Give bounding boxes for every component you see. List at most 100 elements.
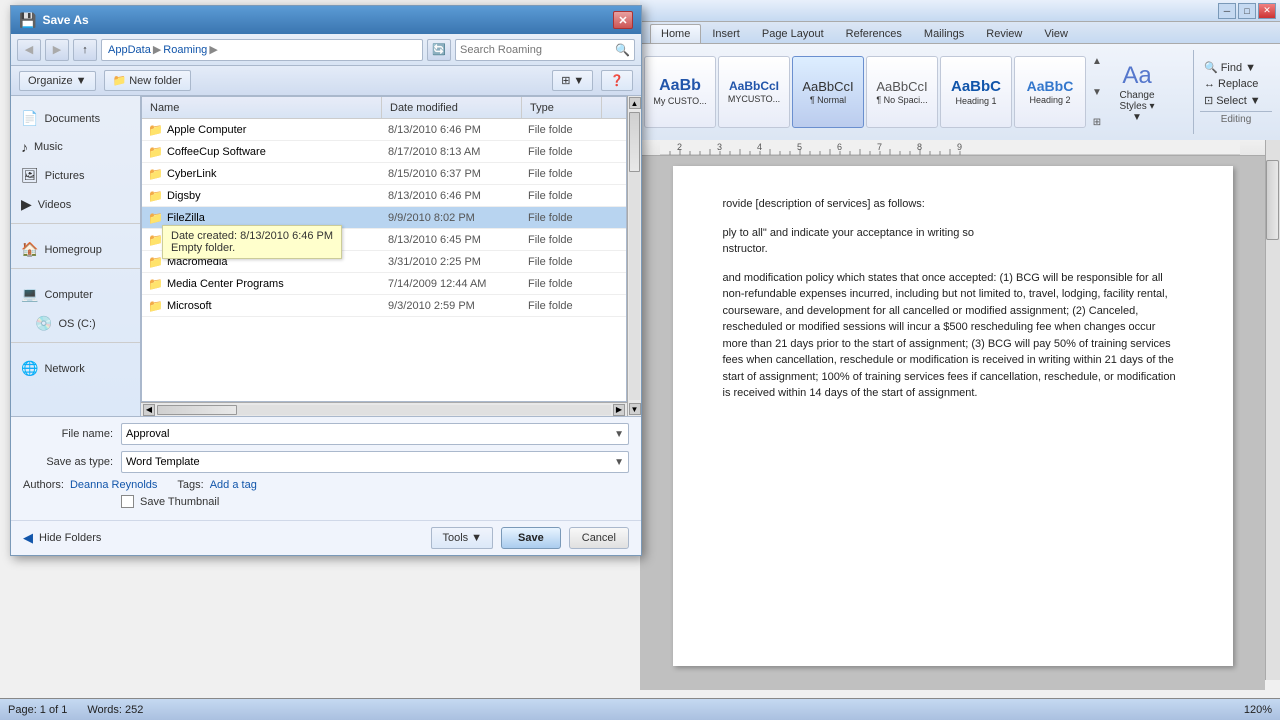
change-styles-icon: Aa	[1122, 62, 1151, 90]
change-styles-button[interactable]: Aa ChangeStyles ▾ ▼	[1108, 56, 1166, 128]
tools-button[interactable]: Tools ▼	[431, 527, 493, 549]
filename-dropdown-arrow[interactable]: ▼	[614, 429, 624, 440]
vertical-scrollbar[interactable]: ▲ ▼	[627, 96, 641, 416]
sidebar-item-homegroup[interactable]: 🏠 Homegroup	[11, 235, 140, 264]
nav-back-button[interactable]: ◀	[17, 39, 41, 61]
style-my-custo-1[interactable]: AaBb My CUSTO...	[644, 56, 716, 128]
scrollbar-thumb[interactable]	[1266, 160, 1279, 240]
dialog-title-bar: 💾 Save As ✕	[11, 6, 641, 34]
hide-folders-button[interactable]: Hide Folders	[39, 532, 101, 544]
breadcrumb-appdata[interactable]: AppData	[108, 44, 151, 56]
pictures-icon: 🖼	[21, 167, 39, 184]
style-heading1[interactable]: AaBbC Heading 1	[940, 56, 1012, 128]
h-scroll-thumb[interactable]	[157, 405, 237, 415]
breadcrumb-bar[interactable]: AppData ▶ Roaming ▶	[101, 39, 423, 61]
style-normal[interactable]: AaBbCcI ¶ Normal	[792, 56, 864, 128]
sidebar-item-network[interactable]: 🌐 Network	[11, 354, 140, 383]
tab-page-layout[interactable]: Page Layout	[751, 24, 835, 43]
breadcrumb-roaming[interactable]: Roaming	[163, 44, 207, 56]
dialog-save-icon: 💾	[19, 12, 36, 29]
file-row-cyberlink[interactable]: 📁 CyberLink 8/15/2010 6:37 PM File folde	[142, 163, 626, 185]
file-row-microsoft[interactable]: 📁 Microsoft 9/3/2010 2:59 PM File folde	[142, 295, 626, 317]
minimize-button[interactable]: ─	[1218, 3, 1236, 19]
sidebar-item-documents[interactable]: 📄 Documents	[11, 104, 140, 133]
savetype-select[interactable]: Word Template ▼	[121, 451, 629, 473]
scroll-right-button[interactable]: ▶	[613, 404, 625, 416]
footer-left: ◀ Hide Folders	[23, 530, 101, 546]
v-scroll-track[interactable]	[629, 112, 640, 400]
restore-button[interactable]: □	[1238, 3, 1256, 19]
style-no-space[interactable]: AaBbCcI ¶ No Spaci...	[866, 56, 938, 128]
nav-up-button[interactable]: ↑	[73, 39, 97, 61]
styles-scroll-down[interactable]: ▼	[1088, 87, 1106, 98]
file-name-apple: Apple Computer	[167, 124, 247, 136]
hide-folders-arrow: ◀	[23, 530, 33, 546]
file-row-media-center[interactable]: 📁 Media Center Programs 7/14/2009 12:44 …	[142, 273, 626, 295]
view-options-button[interactable]: ⊞ ▼	[552, 70, 593, 91]
authors-value[interactable]: Deanna Reynolds	[70, 479, 157, 491]
file-row-filezilla[interactable]: 📁 FileZilla 9/9/2010 8:02 PM File folde …	[142, 207, 626, 229]
col-header-type[interactable]: Type	[522, 97, 602, 118]
ribbon: ─ □ ✕ Home Insert Page Layout References…	[640, 0, 1280, 140]
filelist-scroll[interactable]: 📁 Apple Computer 8/13/2010 6:46 PM File …	[142, 119, 626, 401]
v-scroll-thumb[interactable]	[629, 112, 640, 172]
file-row-coffeecup[interactable]: 📁 CoffeeCup Software 8/17/2010 8:13 AM F…	[142, 141, 626, 163]
select-button[interactable]: ⊡ Select ▼	[1200, 92, 1272, 109]
col-header-name[interactable]: Name	[142, 97, 382, 118]
scroll-left-button[interactable]: ◀	[143, 404, 155, 416]
videos-icon: ▶	[21, 196, 32, 213]
tab-references[interactable]: References	[835, 24, 913, 43]
thumbnail-checkbox[interactable]	[121, 495, 134, 508]
col-header-date[interactable]: Date modified	[382, 97, 522, 118]
find-button[interactable]: 🔍 Find ▼	[1200, 59, 1272, 76]
sidebar-item-pictures[interactable]: 🖼 Pictures	[11, 161, 140, 190]
scroll-up-button[interactable]: ▲	[629, 97, 641, 109]
file-name-microsoft: Microsoft	[167, 300, 212, 312]
sidebar-divider-3	[11, 342, 140, 350]
tab-insert[interactable]: Insert	[701, 24, 751, 43]
file-row-apple[interactable]: 📁 Apple Computer 8/13/2010 6:46 PM File …	[142, 119, 626, 141]
tab-mailings[interactable]: Mailings	[913, 24, 975, 43]
h-scroll-track[interactable]	[157, 405, 611, 415]
tab-home[interactable]: Home	[650, 24, 701, 43]
style-label-nospace: ¶ No Spaci...	[876, 95, 927, 105]
style-my-custo-2[interactable]: AaBbCcI MYCUSTO...	[718, 56, 790, 128]
sidebar-item-computer[interactable]: 💻 Computer	[11, 280, 140, 309]
replace-button[interactable]: ↔ Replace	[1200, 76, 1272, 92]
scroll-down-button[interactable]: ▼	[629, 403, 641, 415]
dialog-close-button[interactable]: ✕	[613, 11, 633, 29]
sidebar-item-videos[interactable]: ▶ Videos	[11, 190, 140, 219]
style-label-h1: Heading 1	[955, 96, 996, 106]
horizontal-scrollbar[interactable]: ◀ ▶	[141, 402, 627, 416]
styles-expand[interactable]: ⊞	[1088, 117, 1106, 128]
new-folder-button[interactable]: 📁 New folder	[104, 70, 191, 91]
save-button[interactable]: Save	[501, 527, 561, 549]
file-name-filezilla: FileZilla	[167, 212, 205, 224]
find-arrow: ▼	[1245, 62, 1256, 74]
status-bar: Page: 1 of 1 Words: 252 120%	[0, 698, 1280, 720]
file-row-digsby[interactable]: 📁 Digsby 8/13/2010 6:46 PM File folde	[142, 185, 626, 207]
savetype-dropdown-arrow[interactable]: ▼	[614, 457, 624, 468]
tags-value[interactable]: Add a tag	[210, 479, 257, 491]
authors-field: Authors: Deanna Reynolds	[23, 479, 157, 491]
folder-icon-cyberlink: 📁	[148, 167, 163, 181]
nav-recent-button[interactable]: 🔄	[427, 39, 451, 61]
filename-input[interactable]: Approval ▼	[121, 423, 629, 445]
word-scrollbar[interactable]	[1265, 140, 1280, 680]
search-input[interactable]	[460, 44, 612, 56]
styles-scroll-up[interactable]: ▲	[1088, 56, 1106, 67]
style-heading2[interactable]: AaBbC Heading 2	[1014, 56, 1086, 128]
cancel-button[interactable]: Cancel	[569, 527, 629, 549]
help-button[interactable]: ❓	[601, 70, 633, 91]
tab-review[interactable]: Review	[975, 24, 1033, 43]
nav-forward-button[interactable]: ▶	[45, 39, 69, 61]
close-button[interactable]: ✕	[1258, 3, 1276, 19]
file-date-media: 7/14/2009 12:44 AM	[382, 278, 522, 290]
sidebar-item-music[interactable]: ♪ Music	[11, 133, 140, 161]
styles-group: AaBb My CUSTO... AaBbCcI MYCUSTO... AaBb…	[644, 46, 1191, 138]
tab-view[interactable]: View	[1033, 24, 1079, 43]
sidebar-item-osc[interactable]: 💿 OS (C:)	[11, 309, 140, 338]
filename-value: Approval	[126, 428, 169, 440]
search-box[interactable]: 🔍	[455, 39, 635, 61]
organize-button[interactable]: Organize ▼	[19, 71, 96, 91]
